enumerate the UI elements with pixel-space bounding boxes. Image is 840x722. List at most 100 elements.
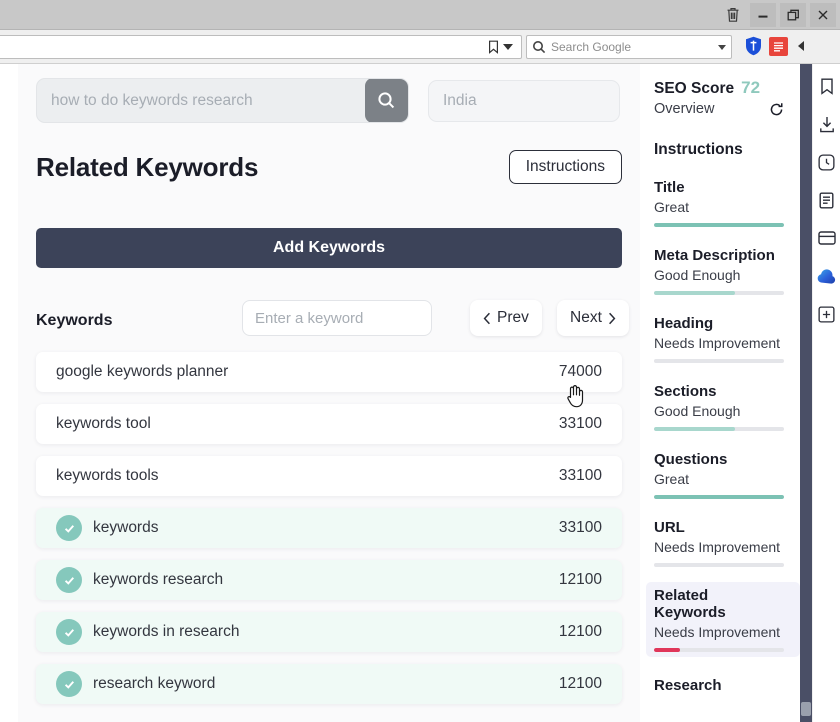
country-input[interactable] xyxy=(429,92,619,110)
left-gutter xyxy=(0,64,18,722)
seo-metric-name: Meta Description xyxy=(654,247,775,264)
seo-metric[interactable]: Meta Description Good Enough xyxy=(654,247,800,295)
chevron-right-icon xyxy=(608,312,616,324)
keywords-label: Keywords xyxy=(36,312,113,329)
refresh-icon[interactable] xyxy=(769,102,784,117)
close-icon[interactable] xyxy=(810,3,836,27)
collapse-arrow-icon[interactable] xyxy=(798,41,804,51)
keyword-name: keywords tools xyxy=(56,467,159,484)
seo-metric[interactable]: Research xyxy=(654,677,800,694)
next-page-button[interactable]: Next xyxy=(557,300,629,336)
seo-metric-progress-fill xyxy=(654,223,784,227)
seo-score-value: 72 xyxy=(741,78,761,97)
keyword-name: keywords tool xyxy=(56,415,151,432)
keyword-entry-field[interactable] xyxy=(242,300,432,336)
keyword-search-box[interactable] xyxy=(36,78,409,123)
country-field[interactable] xyxy=(428,80,620,122)
seo-metric-progress-fill xyxy=(654,427,735,431)
title-row: Related Keywords Instructions xyxy=(36,150,622,184)
keyword-selected-check-icon[interactable] xyxy=(56,671,82,697)
restore-icon[interactable] xyxy=(780,3,806,27)
keyword-row[interactable]: keywords tool 33100 xyxy=(36,404,622,444)
notes-icon[interactable] xyxy=(817,190,837,210)
wallet-card-icon[interactable] xyxy=(817,228,837,248)
seo-metric-progress-bar xyxy=(654,648,784,652)
seo-metric-progress-bar xyxy=(654,291,784,295)
keyword-list: google keywords planner 74000 keywords too… xyxy=(36,352,622,716)
seo-metric-progress-bar xyxy=(654,427,784,431)
keyword-volume: 12100 xyxy=(558,675,602,692)
search-row xyxy=(36,78,620,123)
minimize-icon[interactable] xyxy=(750,3,776,27)
seo-metric-status: Needs Improvement xyxy=(654,624,781,640)
next-page-label: Next xyxy=(570,309,602,326)
keyword-row[interactable]: research keyword 12100 xyxy=(36,664,622,704)
search-dropdown-icon[interactable] xyxy=(718,44,726,50)
seo-metric[interactable]: Questions Great xyxy=(654,451,800,499)
keyword-name: keywords in research xyxy=(93,623,240,640)
seo-metric-progress-bar xyxy=(654,563,784,567)
seo-instructions-heading[interactable]: Instructions xyxy=(654,141,800,159)
prev-page-label: Prev xyxy=(497,309,529,326)
panel-scrollbar[interactable] xyxy=(800,64,812,722)
keyword-name: research keyword xyxy=(93,675,216,692)
cloud-icon[interactable] xyxy=(817,266,837,286)
add-plus-icon[interactable] xyxy=(817,304,837,324)
seo-metric-name: Research xyxy=(654,677,722,694)
seo-panel: SEO Score 72 Overview Instructions Title… xyxy=(640,64,800,722)
seo-metric-name: Related Keywords xyxy=(654,587,726,621)
seo-metric-status: Great xyxy=(654,199,690,215)
keyword-row[interactable]: keywords 33100 xyxy=(36,508,622,548)
seo-metric-status: Good Enough xyxy=(654,267,741,283)
seo-metric-name: Heading xyxy=(654,315,714,332)
prev-page-button[interactable]: Prev xyxy=(470,300,542,336)
address-bar[interactable] xyxy=(0,35,522,59)
seo-metric-progress-fill xyxy=(654,648,680,652)
seo-metric[interactable]: Related Keywords Needs Improvement xyxy=(646,582,800,657)
add-keywords-button[interactable]: Add Keywords xyxy=(36,228,622,268)
instructions-button[interactable]: Instructions xyxy=(508,150,622,184)
red-extension-icon[interactable] xyxy=(769,36,788,56)
keyword-volume: 12100 xyxy=(558,623,602,640)
search-submit-button[interactable] xyxy=(365,79,408,122)
keyword-row[interactable]: keywords research 12100 xyxy=(36,560,622,600)
keyword-row[interactable]: keywords in research 12100 xyxy=(36,612,622,652)
keyword-volume: 33100 xyxy=(558,467,602,484)
seo-metric-status: Needs Improvement xyxy=(654,539,781,555)
keyword-selected-check-icon[interactable] xyxy=(56,567,82,593)
extension-icons xyxy=(744,35,804,57)
keyword-search-input[interactable] xyxy=(37,91,365,110)
seo-metric-progress-bar xyxy=(654,359,784,363)
keyword-entry-input[interactable] xyxy=(243,301,431,335)
seo-metric[interactable]: Sections Good Enough xyxy=(654,383,800,431)
seo-metric-name: Title xyxy=(654,179,685,196)
keywords-toolbar: Keywords Prev Next xyxy=(36,300,629,342)
seo-overview-row: Overview xyxy=(654,101,800,117)
shield-extension-icon[interactable] xyxy=(744,35,763,57)
keyword-volume: 33100 xyxy=(558,415,602,432)
seo-score-header: SEO Score 72 xyxy=(654,78,800,98)
keyword-selected-check-icon[interactable] xyxy=(56,515,82,541)
bookmark-icon[interactable] xyxy=(817,76,837,96)
keyword-row[interactable]: google keywords planner 74000 xyxy=(36,352,622,392)
seo-metric-progress-fill xyxy=(654,495,784,499)
seo-metric-status: Needs Improvement xyxy=(654,335,781,351)
trash-icon[interactable] xyxy=(720,3,746,27)
keyword-volume: 12100 xyxy=(558,571,602,588)
keyword-name: keywords research xyxy=(93,571,224,588)
browser-titlebar xyxy=(0,0,840,30)
download-icon[interactable] xyxy=(817,114,837,134)
seo-metric[interactable]: Heading Needs Improvement xyxy=(654,315,800,363)
keyword-row[interactable]: keywords tools 33100 xyxy=(36,456,622,496)
seo-metric[interactable]: Title Great xyxy=(654,179,800,227)
seo-metric-list: Title Great Meta Description Good Enough Hea… xyxy=(646,179,800,694)
history-clock-icon[interactable] xyxy=(817,152,837,172)
seo-metric-name: URL xyxy=(654,519,685,536)
seo-metric[interactable]: URL Needs Improvement xyxy=(654,519,800,567)
keyword-name: google keywords planner xyxy=(56,363,229,380)
bookmark-star-icon[interactable] xyxy=(488,40,499,54)
scrollbar-thumb[interactable] xyxy=(801,702,811,716)
address-dropdown-icon[interactable] xyxy=(503,44,513,50)
google-search-box[interactable]: Search Google xyxy=(526,35,732,59)
keyword-selected-check-icon[interactable] xyxy=(56,619,82,645)
